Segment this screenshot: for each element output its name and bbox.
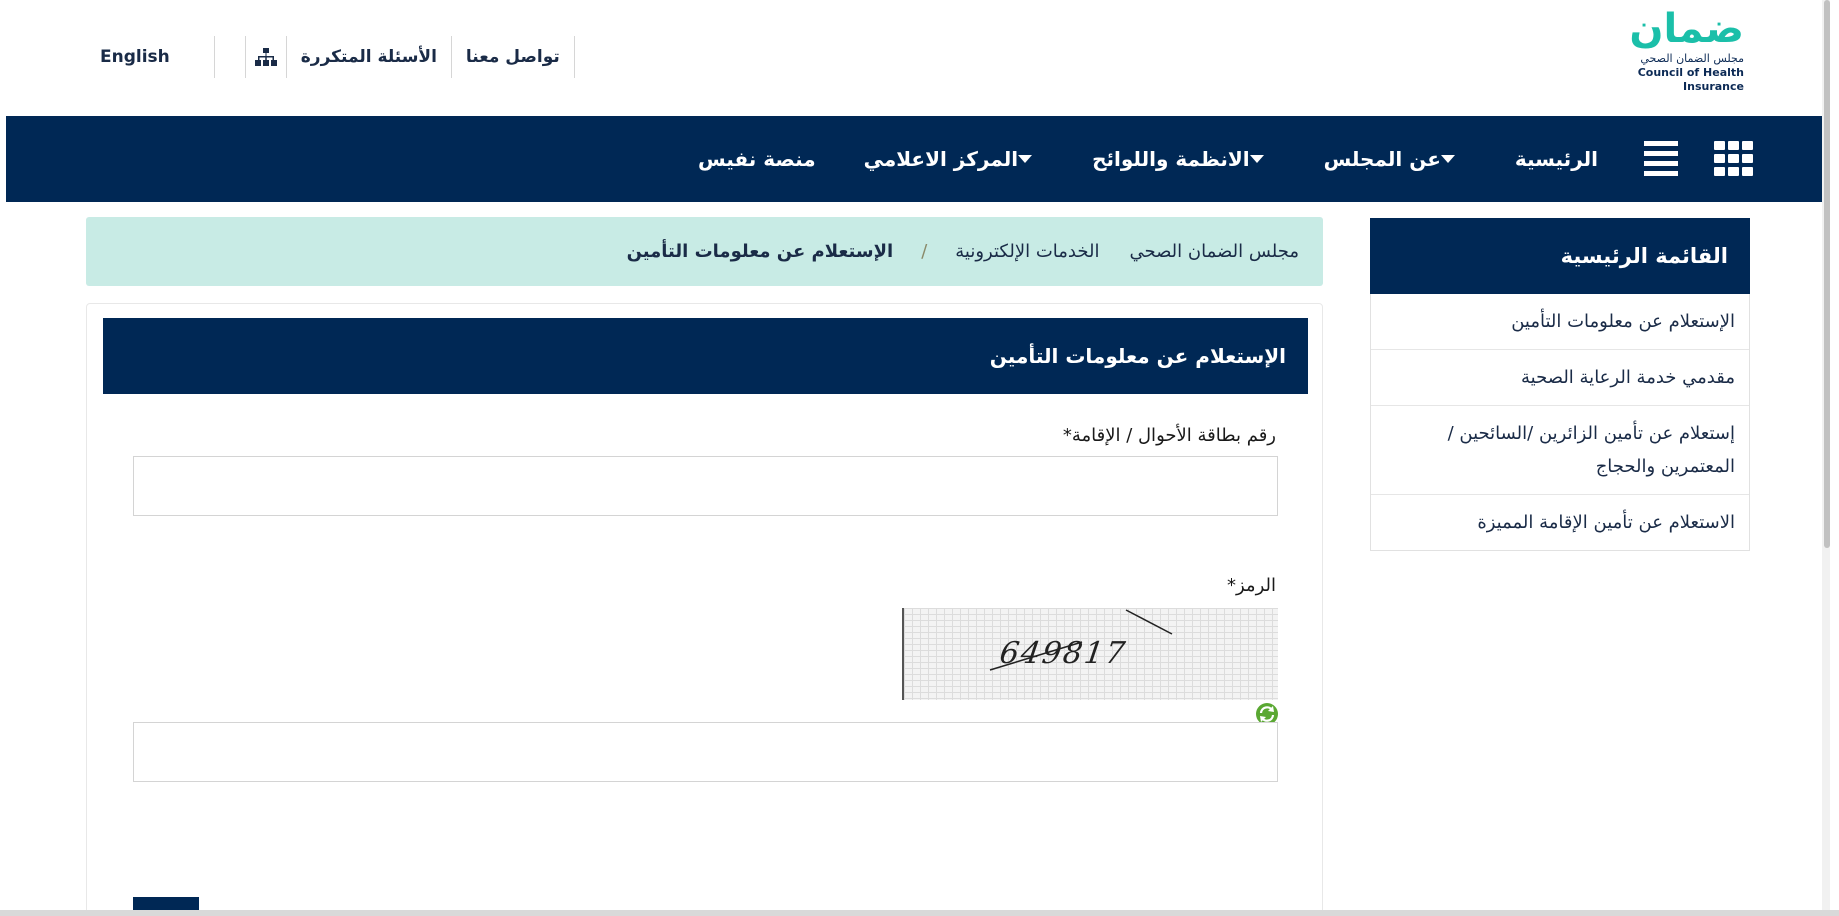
nav-nafis-platform[interactable]: منصة نفيس xyxy=(698,147,816,171)
nav-label: المركز الاعلامي xyxy=(863,147,1019,171)
captcha-image: 649817 xyxy=(902,608,1278,700)
breadcrumb-separator: / xyxy=(921,241,928,262)
sidebar-title: القائمة الرئيسية xyxy=(1370,218,1750,294)
top-header: ضمان مجلس الضمان الصحي Council of Health… xyxy=(6,0,1830,116)
logo-wordmark: ضمان xyxy=(1629,6,1745,52)
sitemap-icon[interactable] xyxy=(246,48,286,66)
chevron-down-icon xyxy=(1018,155,1033,163)
nav-label: الانظمة واللوائح xyxy=(1092,147,1250,171)
menu-icon[interactable] xyxy=(1644,141,1678,177)
captcha-input[interactable] xyxy=(133,722,1278,782)
page: ضمان مجلس الضمان الصحي Council of Health… xyxy=(6,0,1830,916)
bottom-strip xyxy=(0,910,1839,916)
chevron-down-icon xyxy=(1249,155,1264,163)
sidebar-item-premium-residency[interactable]: الاستعلام عن تأمين الإقامة المميزة xyxy=(1371,495,1749,550)
inquiry-form-card: الإستعلام عن معلومات التأمين رقم بطاقة ا… xyxy=(86,303,1323,916)
sidebar-item-insurance-inquiry[interactable]: الإستعلام عن معلومات التأمين xyxy=(1371,294,1749,350)
breadcrumb-current: الإستعلام عن معلومات التأمين xyxy=(626,241,894,262)
divider xyxy=(213,36,215,78)
nav-about[interactable]: عن المجلس xyxy=(1324,147,1467,171)
logo-subtitle-arabic: مجلس الضمان الصحي xyxy=(1640,52,1744,65)
breadcrumb-home[interactable]: مجلس الضمان الصحي xyxy=(1129,241,1299,262)
main-menu-sidebar: القائمة الرئيسية الإستعلام عن معلومات ال… xyxy=(1370,218,1750,551)
sidebar-list: الإستعلام عن معلومات التأمين مقدمي خدمة … xyxy=(1370,294,1750,551)
contact-us-link[interactable]: تواصل معنا xyxy=(452,47,574,67)
sidebar-item-healthcare-providers[interactable]: مقدمي خدمة الرعاية الصحية xyxy=(1371,350,1749,406)
chevron-down-icon xyxy=(1440,155,1455,163)
english-language-link[interactable]: English xyxy=(86,47,184,67)
nav-regulations[interactable]: الانظمة واللوائح xyxy=(1092,147,1276,171)
breadcrumb: مجلس الضمان الصحي الخدمات الإلكترونية / … xyxy=(86,217,1323,286)
top-links: English الأسئلة المتكررة تواصل معنا xyxy=(86,36,575,78)
logo-subtitle-english: Council of Health Insurance xyxy=(1637,66,1744,93)
id-number-label: رقم بطاقة الأحوال / الإقامة* xyxy=(1062,425,1276,446)
faq-link[interactable]: الأسئلة المتكررة xyxy=(287,47,451,67)
sidebar-item-visitor-insurance[interactable]: إستعلام عن تأمين الزائرين /السائحين / ال… xyxy=(1371,406,1749,495)
id-number-input[interactable] xyxy=(133,456,1278,516)
scrollbar-thumb[interactable] xyxy=(1824,0,1830,548)
scrollbar[interactable] xyxy=(1822,0,1830,910)
captcha-label: الرمز* xyxy=(1227,575,1276,596)
nav-home[interactable]: الرئيسية xyxy=(1515,147,1598,171)
nav-label: عن المجلس xyxy=(1323,147,1441,171)
nav-media-center[interactable]: المركز الاعلامي xyxy=(864,147,1044,171)
form-title: الإستعلام عن معلومات التأمين xyxy=(103,318,1308,394)
nav-label: منصة نفيس xyxy=(697,147,816,171)
nav-menu: الرئيسية عن المجلس الانظمة واللوائح المر… xyxy=(650,116,1754,202)
divider xyxy=(573,36,575,78)
apps-grid-icon[interactable] xyxy=(1714,141,1754,177)
main-navbar: الرئيسية عن المجلس الانظمة واللوائح المر… xyxy=(6,116,1830,202)
nav-label: الرئيسية xyxy=(1514,147,1598,171)
breadcrumb-e-services[interactable]: الخدمات الإلكترونية xyxy=(955,241,1099,262)
captcha-code: 649817 xyxy=(997,636,1129,671)
council-logo[interactable]: ضمان مجلس الضمان الصحي Council of Health… xyxy=(1584,6,1745,93)
